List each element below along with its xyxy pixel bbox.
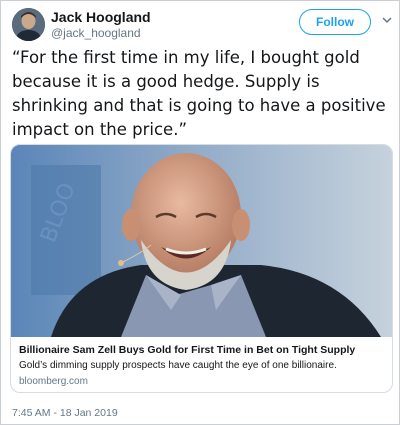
- tweet-container: Jack Hoogland @jack_hoogland Follow “For…: [0, 0, 400, 425]
- chevron-down-icon[interactable]: [381, 15, 393, 25]
- card-domain: bloomberg.com: [19, 376, 88, 387]
- tweet-timestamp[interactable]: 7:45 AM - 18 Jan 2019: [12, 407, 118, 419]
- author-avatar[interactable]: [12, 8, 45, 41]
- profile-photo-icon: [12, 8, 45, 41]
- smiling-man-photo-icon[interactable]: BLOO: [11, 145, 392, 337]
- card-description: Gold’s dimming supply prospects have cau…: [19, 360, 337, 371]
- follow-button[interactable]: Follow: [299, 9, 371, 35]
- tweet-text: “For the first time in my life, I bought…: [12, 48, 386, 139]
- card-title[interactable]: Billionaire Sam Zell Buys Gold for First…: [19, 344, 387, 356]
- author-name[interactable]: Jack Hoogland: [51, 9, 151, 25]
- link-card[interactable]: BLOO Billionaire Sam Zell Buys Gold for …: [10, 144, 393, 393]
- author-handle[interactable]: @jack_hoogland: [51, 26, 141, 40]
